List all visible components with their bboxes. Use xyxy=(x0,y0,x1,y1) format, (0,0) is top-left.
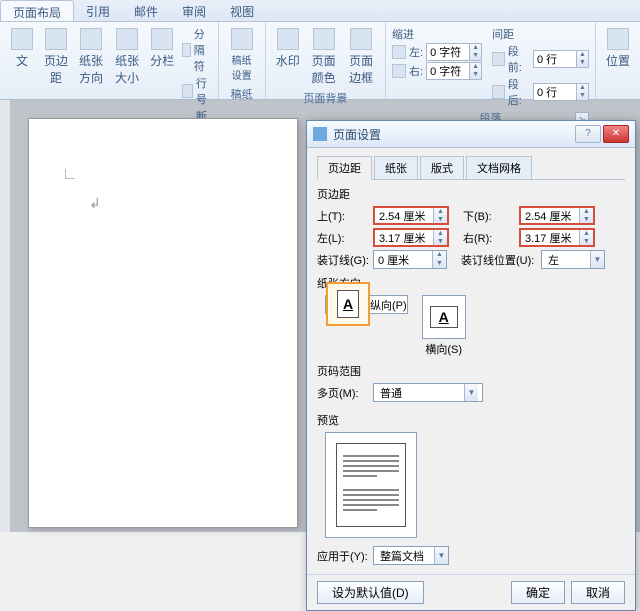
group-background: 水印 页面颜色 页面边框 页面背景 xyxy=(266,22,386,99)
before-icon xyxy=(492,52,505,66)
tab-review[interactable]: 审阅 xyxy=(170,0,218,21)
group-arrange: 位置 xyxy=(596,22,640,99)
cursor-mark: ↲ xyxy=(89,195,101,212)
tab-view[interactable]: 视图 xyxy=(218,0,266,21)
spacing-before-label: 段前: xyxy=(508,43,530,75)
orientation-button[interactable]: 纸张方向 xyxy=(74,26,108,88)
group-draft: 稿纸设置 稿纸 xyxy=(219,22,266,99)
dialog-titlebar[interactable]: 页面设置 ? ✕ xyxy=(307,121,635,148)
margins-button[interactable]: 页边距 xyxy=(40,26,72,88)
indent-right-label: 右: xyxy=(409,63,423,79)
right-label: 右(R): xyxy=(463,230,519,246)
page-borders-button[interactable]: 页面边框 xyxy=(343,26,379,88)
group-page-setup: 文 页边距 纸张方向 纸张大小 分栏 分隔符 行号 断字 页面设置↘ xyxy=(0,22,219,99)
spacing-header: 间距 xyxy=(492,26,589,42)
crop-mark xyxy=(65,169,75,179)
gutter-pos-label: 装订线位置(U): xyxy=(461,252,541,268)
linenum-icon xyxy=(182,84,193,98)
breaks-icon xyxy=(182,43,190,57)
gutter-label: 装订线(G): xyxy=(317,252,373,268)
orientation-landscape[interactable]: A横向(S) xyxy=(422,295,466,357)
spacing-before-spinner[interactable]: ▲▼ xyxy=(533,50,589,68)
set-default-button[interactable]: 设为默认值(D) xyxy=(317,581,424,604)
group-paragraph: 缩进 左:▲▼ 右:▲▼ 间距 段前:▲▼ 段后:▲▼ 段落↘ xyxy=(386,22,596,99)
spacing-after-spinner[interactable]: ▲▼ xyxy=(533,83,589,101)
group-label-background: 页面背景 xyxy=(272,88,379,106)
tab-mailings[interactable]: 邮件 xyxy=(122,0,170,21)
columns-icon xyxy=(151,28,173,50)
indent-header: 缩进 xyxy=(392,26,482,42)
breaks-item[interactable]: 分隔符 xyxy=(182,26,211,74)
after-icon xyxy=(492,85,505,99)
page-color-button[interactable]: 页面颜色 xyxy=(306,26,342,88)
page-setup-dialog: 页面设置 ? ✕ 页边距 纸张 版式 文档网格 页边距 上(T): ▲▼ 下(B… xyxy=(306,120,636,611)
indent-right-spinner[interactable]: ▲▼ xyxy=(426,62,482,80)
orientation-portrait[interactable]: A纵向(P) xyxy=(325,295,408,314)
dtab-layout[interactable]: 版式 xyxy=(420,156,464,179)
left-label: 左(L): xyxy=(317,230,373,246)
preview-box xyxy=(325,432,417,538)
ribbon: 文 页边距 纸张方向 纸张大小 分栏 分隔符 行号 断字 页面设置↘ 稿纸设置 … xyxy=(0,22,640,100)
indent-left-label: 左: xyxy=(409,44,423,60)
multipage-select[interactable]: 普通▼ xyxy=(373,383,483,402)
help-button[interactable]: ? xyxy=(575,125,601,143)
cancel-button[interactable]: 取消 xyxy=(571,581,625,604)
apply-select[interactable]: 整篇文档▼ xyxy=(373,546,449,565)
pageborder-icon xyxy=(350,28,372,50)
section-range: 页码范围 xyxy=(317,363,625,379)
watermark-icon xyxy=(277,28,299,50)
orientation-icon xyxy=(80,28,102,50)
ribbon-tabs: 页面布局 引用 邮件 审阅 视图 xyxy=(0,0,640,22)
tab-references[interactable]: 引用 xyxy=(74,0,122,21)
position-icon xyxy=(607,28,629,50)
section-preview: 预览 xyxy=(317,412,625,428)
dtab-paper[interactable]: 纸张 xyxy=(374,156,418,179)
draft-icon xyxy=(231,28,253,50)
dialog-icon xyxy=(313,127,327,141)
group-label-draft: 稿纸 xyxy=(225,84,259,102)
tab-page-layout[interactable]: 页面布局 xyxy=(0,0,74,21)
top-margin-field[interactable]: ▲▼ xyxy=(373,206,449,225)
dialog-title: 页面设置 xyxy=(333,126,573,143)
pagecolor-icon xyxy=(313,28,335,50)
size-button[interactable]: 纸张大小 xyxy=(110,26,144,88)
themes-button[interactable]: 文 xyxy=(6,26,38,71)
indent-left-icon xyxy=(392,45,406,59)
dialog-tabs: 页边距 纸张 版式 文档网格 xyxy=(317,156,625,180)
bottom-label: 下(B): xyxy=(463,208,519,224)
page[interactable]: ↲ xyxy=(28,118,298,528)
ok-button[interactable]: 确定 xyxy=(511,581,565,604)
right-margin-field[interactable]: ▲▼ xyxy=(519,228,595,247)
gutter-pos-select[interactable]: 左▼ xyxy=(541,250,605,269)
apply-label: 应用于(Y): xyxy=(317,548,373,564)
position-button[interactable]: 位置 xyxy=(602,26,634,71)
nav-pane-edge xyxy=(0,100,10,532)
multipage-label: 多页(M): xyxy=(317,385,373,401)
dtab-grid[interactable]: 文档网格 xyxy=(466,156,532,179)
watermark-button[interactable]: 水印 xyxy=(272,26,304,71)
themes-icon xyxy=(11,28,33,50)
indent-left-spinner[interactable]: ▲▼ xyxy=(426,43,482,61)
bottom-margin-field[interactable]: ▲▼ xyxy=(519,206,595,225)
draft-settings-button[interactable]: 稿纸设置 xyxy=(225,26,259,84)
dtab-margins[interactable]: 页边距 xyxy=(317,156,372,180)
close-button[interactable]: ✕ xyxy=(603,125,629,143)
gutter-field[interactable]: ▲▼ xyxy=(373,250,447,269)
columns-button[interactable]: 分栏 xyxy=(146,26,178,71)
margins-icon xyxy=(45,28,67,50)
indent-right-icon xyxy=(392,64,406,78)
top-label: 上(T): xyxy=(317,208,373,224)
size-icon xyxy=(116,28,138,50)
left-margin-field[interactable]: ▲▼ xyxy=(373,228,449,247)
section-margins: 页边距 xyxy=(317,186,625,202)
